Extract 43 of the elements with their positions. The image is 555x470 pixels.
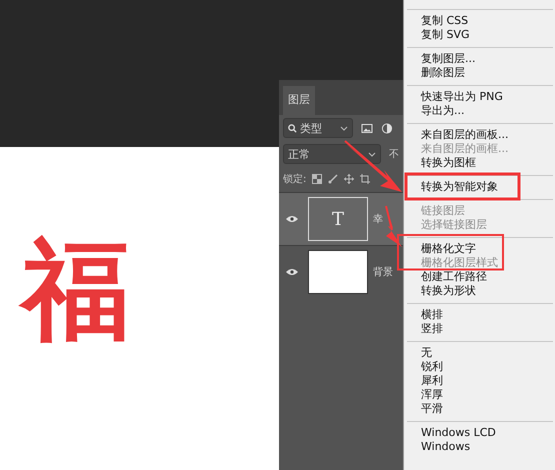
filter-dropdown[interactable]: 类型 xyxy=(283,118,353,138)
menu-item[interactable]: 复制图层... xyxy=(404,52,555,66)
menu-item[interactable]: 无 xyxy=(404,346,555,360)
menu-item[interactable]: 浑厚 xyxy=(404,388,555,402)
crop-icon[interactable] xyxy=(360,174,370,184)
menu-item[interactable]: 复制 CSS xyxy=(404,14,555,28)
menu-item[interactable]: Windows LCD xyxy=(404,426,555,440)
menu-item[interactable]: 删除图层 xyxy=(404,66,555,80)
menu-item[interactable]: Windows xyxy=(404,440,555,454)
layer-name: 背景 xyxy=(373,266,393,279)
eye-icon[interactable] xyxy=(285,215,299,223)
blend-mode-label: 正常 xyxy=(288,146,310,162)
brush-icon[interactable] xyxy=(328,174,338,184)
thumbnail-letter: T xyxy=(332,208,344,230)
menu-item[interactable]: 转换为智能对象 xyxy=(404,180,555,194)
menu-item[interactable]: 平滑 xyxy=(404,402,555,416)
menu-item[interactable]: 复制 SVG xyxy=(404,28,555,42)
layer-thumbnail xyxy=(308,250,368,294)
lock-label: 锁定: xyxy=(283,172,306,186)
menu-item[interactable]: 转换为图框 xyxy=(404,156,555,170)
menu-item[interactable]: 锐利 xyxy=(404,360,555,374)
arrow xyxy=(344,140,402,192)
arrow xyxy=(385,206,402,247)
opacity-label: 不 xyxy=(389,148,399,161)
menu-item[interactable]: 快速导出为 PNG xyxy=(404,90,555,104)
image-icon[interactable] xyxy=(361,122,373,134)
eye-icon[interactable] xyxy=(285,268,299,276)
menu-item[interactable]: 竖排 xyxy=(404,322,555,336)
checker-icon[interactable] xyxy=(312,174,322,184)
blend-mode-dropdown[interactable]: 正常 xyxy=(283,144,381,164)
layers-tab[interactable]: 图层 xyxy=(283,86,315,115)
half-circle-icon[interactable] xyxy=(381,122,393,134)
menu-item[interactable]: 导出为... xyxy=(404,104,555,118)
move-icon[interactable] xyxy=(344,174,354,184)
menu-item[interactable]: 犀利 xyxy=(404,374,555,388)
layer-row[interactable]: 背景 xyxy=(279,245,419,298)
filter-label: 类型 xyxy=(300,120,322,136)
search-icon xyxy=(288,124,297,132)
chevron-icon xyxy=(368,152,376,156)
menu-item[interactable]: 来自图层的画板... xyxy=(404,128,555,142)
menu-item[interactable]: 横排 xyxy=(404,308,555,322)
layer-name: 幸 xyxy=(373,212,383,226)
chevron-icon xyxy=(340,126,348,130)
